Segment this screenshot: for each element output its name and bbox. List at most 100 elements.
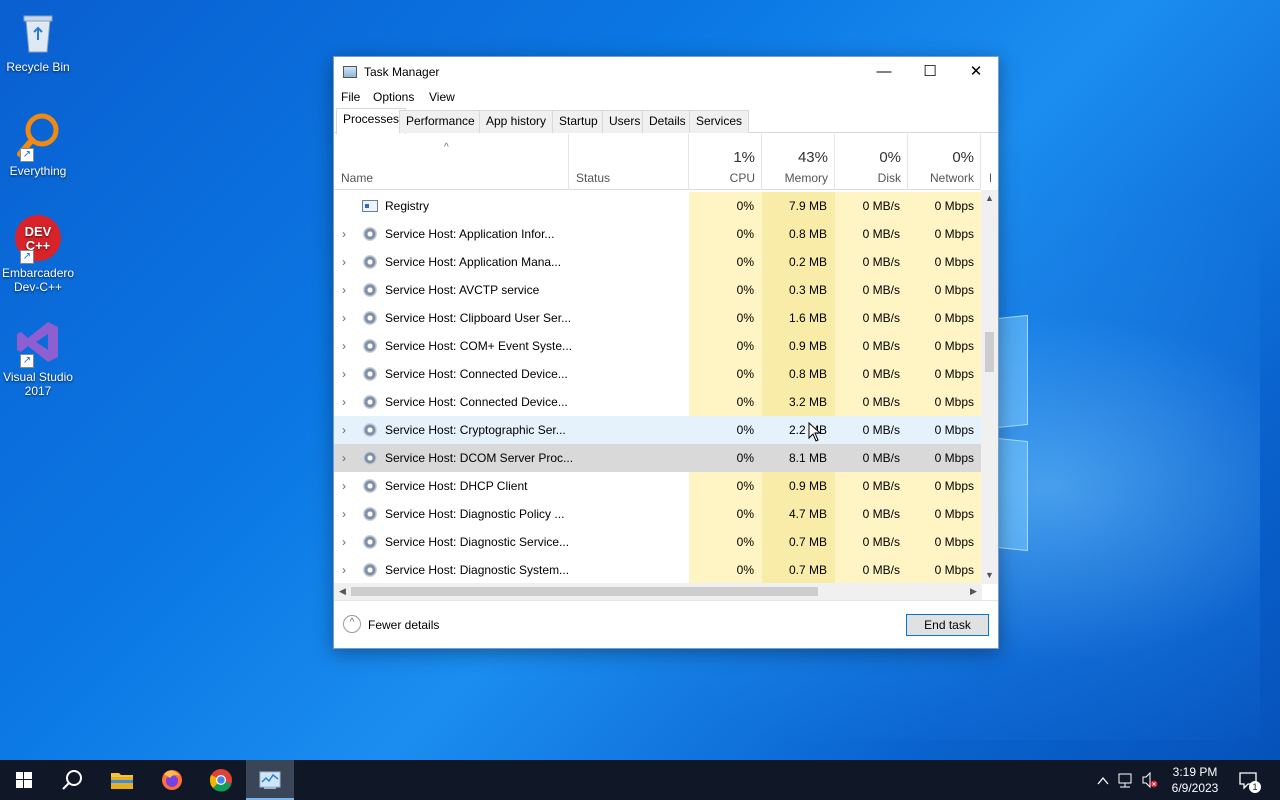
end-task-button[interactable]: End task (906, 614, 989, 636)
cpu-cell: 0% (736, 339, 754, 353)
horizontal-scroll-thumb[interactable] (351, 587, 818, 596)
desktop-icon-label: Recycle Bin (6, 60, 70, 74)
system-clock[interactable]: 3:19 PM 6/9/2023 (1160, 764, 1230, 796)
gear-icon (363, 255, 377, 269)
vertical-scroll-thumb[interactable] (985, 332, 994, 372)
scroll-right-icon[interactable]: ▶ (965, 583, 982, 600)
table-row[interactable]: Registry 0% 7.9 MB 0 MB/s 0 Mbps (334, 192, 982, 220)
scroll-up-icon[interactable]: ▲ (981, 190, 998, 207)
column-header-power[interactable]: P (981, 134, 991, 190)
chevron-right-icon[interactable]: › (342, 416, 352, 444)
disk-cell: 0 MB/s (862, 507, 900, 521)
column-header-cpu[interactable]: 1% CPU (689, 134, 762, 190)
memory-cell: 0.7 MB (788, 535, 827, 549)
table-row[interactable]: › Service Host: DCOM Server Proc... 0% 8.1 … (334, 444, 982, 472)
action-center-button[interactable]: 1 (1236, 760, 1264, 800)
column-cpu-label: CPU (729, 171, 755, 185)
disk-cell: 0 MB/s (862, 535, 900, 549)
taskbar-task-manager[interactable] (246, 760, 294, 800)
chevron-right-icon[interactable]: › (342, 556, 352, 584)
taskbar-chrome[interactable] (197, 760, 245, 800)
desktop-icon-devcpp[interactable]: DEV C++ ↗ Embarcadero Dev-C++ (2, 214, 74, 294)
chevron-right-icon[interactable]: › (342, 388, 352, 416)
gear-icon (363, 367, 377, 381)
shortcut-arrow-icon: ↗ (20, 250, 34, 264)
process-list: Registry 0% 7.9 MB 0 MB/s 0 Mbps › Service Hos… (334, 192, 982, 584)
gear-icon (363, 451, 377, 465)
gear-icon (363, 311, 377, 325)
desktop-icon-recycle-bin[interactable]: Recycle Bin (2, 8, 74, 74)
taskbar-file-explorer[interactable] (98, 760, 146, 800)
table-row[interactable]: › Service Host: Application Mana... 0% 0.2 … (334, 248, 982, 276)
desktop-icon-visual-studio[interactable]: ↗ Visual Studio 2017 (2, 318, 74, 398)
tab-app-history[interactable]: App history (479, 110, 554, 133)
shortcut-arrow-icon: ↗ (20, 354, 34, 368)
disk-cell: 0 MB/s (862, 339, 900, 353)
table-row[interactable]: › Service Host: Cryptographic Ser... 0% 2.2… (334, 416, 982, 444)
network-icon[interactable] (1116, 760, 1136, 800)
scroll-left-icon[interactable]: ◀ (334, 583, 351, 600)
disk-cell: 0 MB/s (862, 255, 900, 269)
chevron-right-icon[interactable]: › (342, 500, 352, 528)
table-row[interactable]: › Service Host: Diagnostic Policy ... 0% 4.… (334, 500, 982, 528)
column-header-status[interactable]: Status (569, 134, 689, 190)
clock-time: 3:19 PM (1172, 765, 1218, 779)
table-row[interactable]: › Service Host: Diagnostic Service... 0% 0.… (334, 528, 982, 556)
notification-count-badge: 1 (1249, 781, 1261, 793)
network-cell: 0 Mbps (934, 507, 974, 521)
table-row[interactable]: › Service Host: Connected Device... 0% 3.2 … (334, 388, 982, 416)
chevron-right-icon[interactable]: › (342, 276, 352, 304)
table-row[interactable]: › Service Host: COM+ Event Syste... 0% 0.9 … (334, 332, 982, 360)
tab-performance[interactable]: Performance (399, 110, 482, 133)
chevron-right-icon[interactable]: › (342, 472, 352, 500)
column-disk-label: Disk (877, 171, 901, 185)
start-button[interactable] (0, 760, 48, 800)
tab-processes[interactable]: Processes (336, 108, 407, 134)
chevron-right-icon[interactable]: › (342, 360, 352, 388)
network-cell: 0 Mbps (934, 199, 974, 213)
chevron-right-icon[interactable]: › (342, 304, 352, 332)
memory-cell: 0.8 MB (788, 367, 827, 381)
close-button[interactable]: ✕ (953, 57, 999, 87)
column-header-network[interactable]: 0% Network (908, 134, 981, 190)
cpu-cell: 0% (736, 283, 754, 297)
table-row[interactable]: › Service Host: Diagnostic System... 0% 0.7… (334, 556, 982, 584)
horizontal-scrollbar[interactable]: ◀ ▶ (334, 583, 982, 600)
minimize-button[interactable]: — (861, 57, 907, 87)
cpu-cell: 0% (736, 311, 754, 325)
chevron-right-icon[interactable]: › (342, 444, 352, 472)
memory-cell: 0.2 MB (788, 255, 827, 269)
search-button[interactable] (48, 760, 96, 800)
column-header-disk[interactable]: 0% Disk (835, 134, 908, 190)
vertical-scrollbar[interactable]: ▲ ▼ (981, 190, 998, 584)
desktop-icon-everything[interactable]: ↗ Everything (2, 112, 74, 178)
chevron-right-icon[interactable]: › (342, 220, 352, 248)
menu-file[interactable]: File (341, 90, 360, 104)
table-row[interactable]: › Service Host: AVCTP service 0% 0.3 MB 0 MB… (334, 276, 982, 304)
menu-options[interactable]: Options (373, 90, 414, 104)
show-hidden-icons-chevron-icon[interactable] (1094, 760, 1112, 800)
volume-muted-icon[interactable] (1140, 760, 1160, 800)
chevron-right-icon[interactable]: › (342, 332, 352, 360)
scroll-down-icon[interactable]: ▼ (981, 567, 998, 584)
menu-view[interactable]: View (429, 90, 455, 104)
network-cell: 0 Mbps (934, 311, 974, 325)
tab-users[interactable]: Users (602, 110, 648, 133)
title-bar[interactable]: Task Manager — ☐ ✕ (334, 57, 998, 87)
chevron-right-icon[interactable]: › (342, 248, 352, 276)
column-header-name[interactable]: ^ Name (334, 134, 569, 190)
chevron-right-icon[interactable]: › (342, 528, 352, 556)
process-name: Service Host: Diagnostic Policy ... (385, 507, 565, 521)
menu-bar: File Options View (334, 87, 998, 107)
table-row[interactable]: › Service Host: Application Infor... 0% 0.8… (334, 220, 982, 248)
table-row[interactable]: › Service Host: DHCP Client 0% 0.9 MB 0 MB/s… (334, 472, 982, 500)
column-header-memory[interactable]: 43% Memory (762, 134, 835, 190)
tab-startup[interactable]: Startup (552, 110, 605, 133)
tab-details[interactable]: Details (642, 110, 693, 133)
network-cell: 0 Mbps (934, 255, 974, 269)
maximize-button[interactable]: ☐ (907, 57, 953, 87)
taskbar-firefox[interactable] (148, 760, 196, 800)
tab-services[interactable]: Services (689, 110, 750, 133)
table-row[interactable]: › Service Host: Clipboard User Ser... 0% 1.… (334, 304, 982, 332)
table-row[interactable]: › Service Host: Connected Device... 0% 0.8 … (334, 360, 982, 388)
